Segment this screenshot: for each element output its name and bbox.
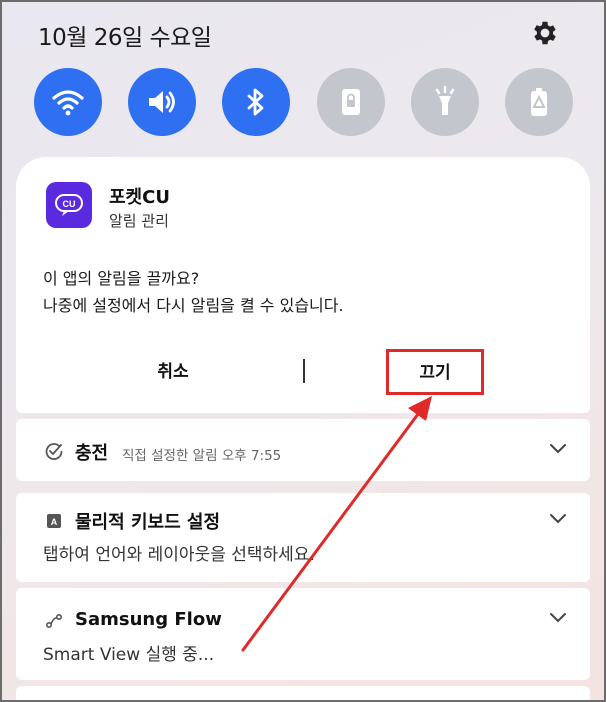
flashlight-icon [435, 85, 455, 115]
notification-body: 탭하여 언어와 레이아웃을 선택하세요. [43, 545, 315, 565]
gear-icon[interactable] [530, 18, 560, 48]
lock-screen-icon [342, 89, 360, 115]
notification-title: 충전 [75, 443, 109, 464]
notification-samsung-flow[interactable]: Samsung Flow Smart View 실행 중... [16, 588, 590, 680]
notification-meta: 직접 설정한 알림 오후 7:55 [122, 448, 282, 464]
cancel-button[interactable]: 취소 [116, 355, 230, 389]
volume-icon [149, 91, 175, 113]
pocketcu-app-icon: CU [46, 182, 92, 228]
bluetooth-toggle[interactable] [222, 68, 290, 136]
app-name: 포켓CU [109, 187, 170, 208]
dialog-description: 나중에 설정에서 다시 알림을 켤 수 있습니다. [43, 296, 344, 315]
turn-off-button[interactable]: 끄기 [386, 349, 484, 395]
notification-charging[interactable]: 충전 직접 설정한 알림 오후 7:55 [16, 419, 590, 481]
wifi-toggle[interactable] [34, 68, 102, 136]
keyboard-icon: A [47, 514, 61, 528]
sound-toggle[interactable] [128, 68, 196, 136]
charging-check-icon [45, 443, 63, 460]
chevron-down-icon[interactable] [548, 443, 568, 455]
app-icon-text: CU [63, 199, 76, 209]
samsung-flow-icon [45, 613, 63, 629]
app-subtitle[interactable]: 알림 관리 [109, 210, 169, 231]
chevron-down-icon[interactable] [548, 612, 568, 624]
date-text: 10월 26일 수요일 [38, 25, 212, 51]
chat-bubble-icon: CU [55, 194, 83, 216]
flashlight-toggle[interactable] [411, 68, 479, 136]
button-divider [303, 359, 305, 383]
dialog-question: 이 앱의 알림을 끌까요? [43, 269, 200, 288]
notification-title: Samsung Flow [75, 609, 222, 630]
svg-text:A: A [51, 517, 58, 527]
power-saving-icon [531, 88, 547, 116]
app-notification-card: CU 포켓CU 알림 관리 이 앱의 알림을 끌까요? 나중에 설정에서 다시 … [16, 157, 590, 413]
power-saving-toggle[interactable] [505, 68, 573, 136]
bluetooth-icon [247, 88, 264, 116]
wifi-icon [52, 90, 84, 116]
notification-keyboard[interactable]: A 물리적 키보드 설정 탭하여 언어와 레이아웃을 선택하세요. [16, 493, 590, 582]
notification-title: 물리적 키보드 설정 [75, 512, 221, 533]
notification-partial[interactable] [16, 686, 590, 702]
status-header: 10월 26일 수요일 [0, 0, 606, 64]
notification-body: Smart View 실행 중... [43, 645, 215, 665]
lock-screen-toggle[interactable] [317, 68, 385, 136]
quick-settings-panel [0, 68, 606, 138]
chevron-down-icon[interactable] [548, 513, 568, 525]
